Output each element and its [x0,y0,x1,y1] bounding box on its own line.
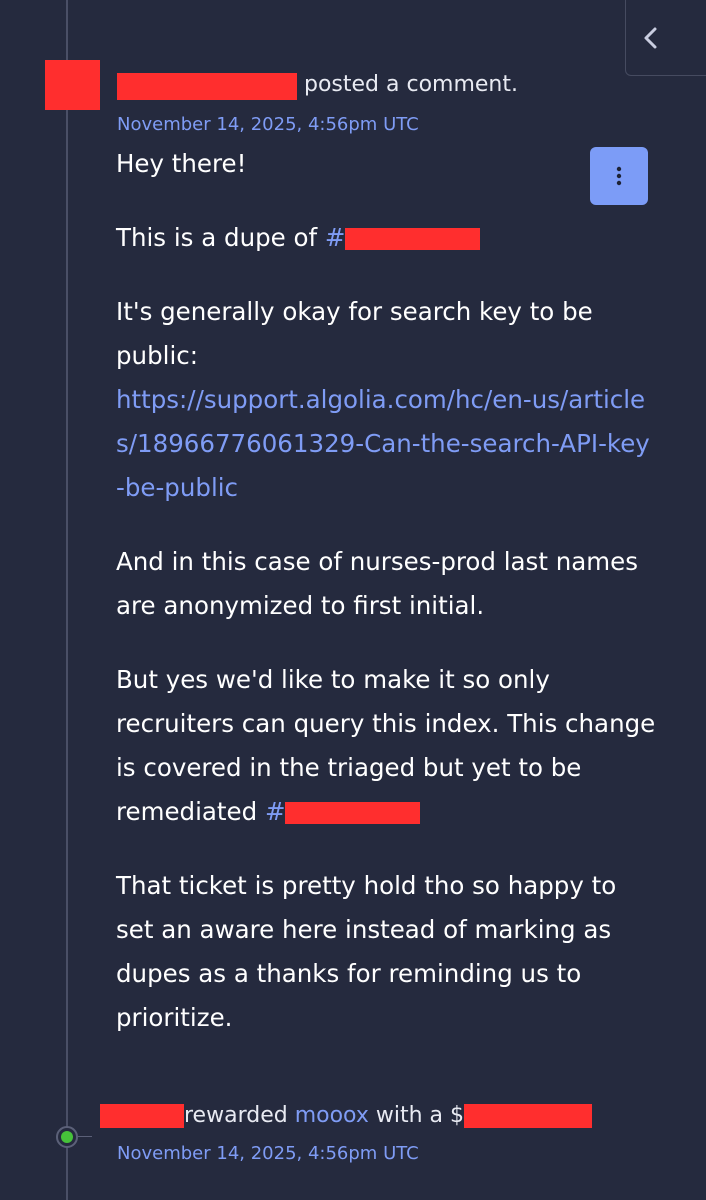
timeline-connector [78,1136,92,1137]
algolia-support-link[interactable]: https://support.algolia.com/hc/en-us/art… [116,385,650,502]
green-dot-icon [56,1126,78,1148]
timeline-line [66,0,68,1200]
comment-action-text: posted a comment. [304,72,518,97]
comment-search-key-paragraph: It's generally okay for search key to be… [116,297,593,370]
comment-dupe-line: This is a dupe of # [116,216,656,260]
reward-event: rewarded mooox with a $ [100,1103,592,1128]
redacted-rewarder [100,1104,184,1128]
reward-timestamp: November 14, 2025, 4:56pm UTC [117,1143,419,1164]
redacted-bounty-amount [464,1104,592,1128]
redacted-report-id [345,228,481,250]
triaged-report-link[interactable]: # [265,797,421,826]
redacted-username [117,73,297,100]
activity-page: posted a comment. November 14, 2025, 4:5… [0,0,706,1200]
collapse-panel-button[interactable] [625,0,706,76]
comment-ticket-paragraph: That ticket is pretty hold tho so happy … [116,871,617,1032]
comment-recruiters-paragraph: But yes we'd like to make it so only rec… [116,665,656,826]
dupe-prefix: This is a dupe of [116,223,325,252]
chevron-left-icon [644,27,657,48]
recipient-profile-link[interactable]: mooox [295,1103,369,1128]
redacted-avatar [45,60,100,110]
redacted-report-id-2 [285,802,421,824]
comment-link-paragraph: https://support.algolia.com/hc/en-us/art… [116,378,656,510]
comment-nurses-paragraph: And in this case of nurses-prod last nam… [116,547,638,620]
comment-timestamp: November 14, 2025, 4:56pm UTC [117,114,419,135]
comment-greeting: Hey there! [116,149,247,178]
dupe-report-link[interactable]: # [325,223,481,252]
